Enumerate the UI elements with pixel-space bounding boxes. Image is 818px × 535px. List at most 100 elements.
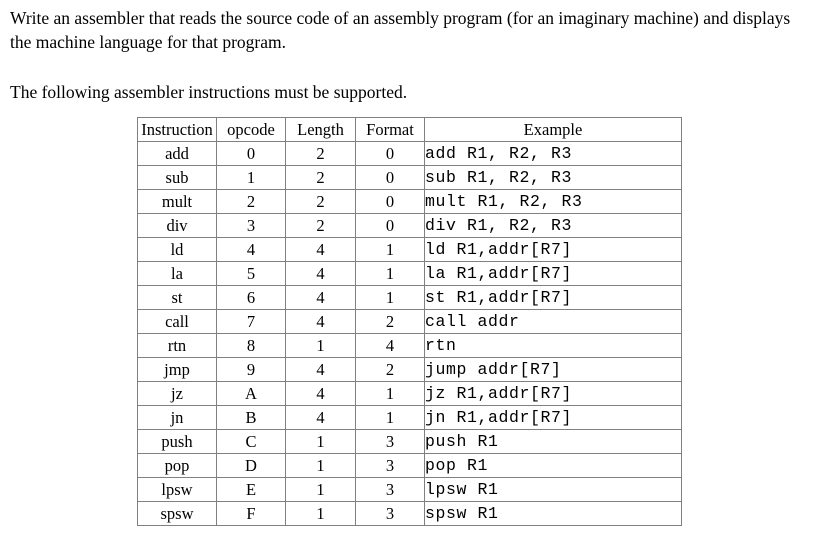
cell-length: 2: [285, 189, 356, 214]
table-row: lpsw E 1 3 lpsw R1: [137, 477, 682, 502]
cell-format: 3: [355, 453, 425, 478]
cell-opcode: E: [216, 477, 286, 502]
cell-instruction: mult: [137, 189, 217, 214]
cell-example: la R1,addr[R7]: [424, 261, 682, 286]
cell-example: jn R1,addr[R7]: [424, 405, 682, 430]
cell-opcode: 6: [216, 285, 286, 310]
cell-example: add R1, R2, R3: [424, 141, 682, 166]
cell-instruction: st: [137, 285, 217, 310]
cell-instruction: sub: [137, 165, 217, 190]
cell-format: 1: [355, 405, 425, 430]
cell-instruction: jmp: [137, 357, 217, 382]
cell-instruction: add: [137, 141, 217, 166]
cell-length: 4: [285, 285, 356, 310]
cell-format: 1: [355, 261, 425, 286]
cell-opcode: D: [216, 453, 286, 478]
cell-instruction: pop: [137, 453, 217, 478]
table-header: Instruction opcode Length Format Example: [137, 117, 682, 142]
cell-opcode: 1: [216, 165, 286, 190]
cell-instruction: jn: [137, 405, 217, 430]
cell-format: 1: [355, 237, 425, 262]
cell-length: 4: [285, 405, 356, 430]
cell-format: 2: [355, 357, 425, 382]
table-row: jn B 4 1 jn R1,addr[R7]: [137, 405, 682, 430]
table-row: sub 1 2 0 sub R1, R2, R3: [137, 165, 682, 190]
cell-example: jump addr[R7]: [424, 357, 682, 382]
column-header-length: Length: [285, 117, 356, 142]
cell-length: 4: [285, 381, 356, 406]
cell-format: 2: [355, 309, 425, 334]
cell-opcode: B: [216, 405, 286, 430]
cell-length: 4: [285, 261, 356, 286]
cell-opcode: 4: [216, 237, 286, 262]
table-row: ld 4 4 1 ld R1,addr[R7]: [137, 237, 682, 262]
cell-length: 4: [285, 237, 356, 262]
cell-length: 4: [285, 357, 356, 382]
cell-length: 2: [285, 213, 356, 238]
table-row: div 3 2 0 div R1, R2, R3: [137, 213, 682, 238]
cell-format: 0: [355, 189, 425, 214]
column-header-opcode: opcode: [216, 117, 286, 142]
cell-opcode: 3: [216, 213, 286, 238]
cell-format: 1: [355, 381, 425, 406]
instruction-set-table: Instruction opcode Length Format Example…: [137, 117, 682, 526]
table-row: mult 2 2 0 mult R1, R2, R3: [137, 189, 682, 214]
table-row: jz A 4 1 jz R1,addr[R7]: [137, 381, 682, 406]
table-row: st 6 4 1st R1,addr[R7]: [137, 285, 682, 310]
cell-length: 2: [285, 165, 356, 190]
cell-format: 3: [355, 477, 425, 502]
intro-text-block: Write an assembler that reads the source…: [10, 6, 805, 104]
cell-instruction: jz: [137, 381, 217, 406]
cell-opcode: A: [216, 381, 286, 406]
cell-opcode: 7: [216, 309, 286, 334]
cell-format: 4: [355, 333, 425, 358]
table-row: push C 1 3 push R1: [137, 429, 682, 454]
cell-length: 1: [285, 453, 356, 478]
intro-paragraph-1: Write an assembler that reads the source…: [10, 8, 791, 52]
instruction-table-container: Instruction opcode Length Format Example…: [137, 117, 682, 526]
cell-format: 3: [355, 501, 425, 526]
cell-opcode: 8: [216, 333, 286, 358]
cell-example: st R1,addr[R7]: [424, 285, 682, 310]
table-row: pop D 1 3 pop R1: [137, 453, 682, 478]
cell-example: sub R1, R2, R3: [424, 165, 682, 190]
intro-paragraph-2: The following assembler instructions mus…: [10, 82, 408, 102]
cell-instruction: ld: [137, 237, 217, 262]
cell-instruction: la: [137, 261, 217, 286]
cell-instruction: rtn: [137, 333, 217, 358]
cell-length: 1: [285, 477, 356, 502]
cell-opcode: 2: [216, 189, 286, 214]
table-row: la 5 4 1 la R1,addr[R7]: [137, 261, 682, 286]
document-page: Write an assembler that reads the source…: [0, 0, 818, 535]
column-header-instruction: Instruction: [137, 117, 217, 142]
cell-example: div R1, R2, R3: [424, 213, 682, 238]
table-row: call 7 4 2 call addr: [137, 309, 682, 334]
cell-opcode: 0: [216, 141, 286, 166]
cell-length: 1: [285, 429, 356, 454]
table-header-row: Instruction opcode Length Format Example: [137, 117, 682, 142]
cell-instruction: call: [137, 309, 217, 334]
column-header-format: Format: [355, 117, 425, 142]
column-header-example: Example: [424, 117, 682, 142]
cell-opcode: 5: [216, 261, 286, 286]
cell-example: ld R1,addr[R7]: [424, 237, 682, 262]
cell-example: mult R1, R2, R3: [424, 189, 682, 214]
cell-length: 2: [285, 141, 356, 166]
cell-format: 1: [355, 285, 425, 310]
cell-example: lpsw R1: [424, 477, 682, 502]
cell-instruction: div: [137, 213, 217, 238]
cell-example: rtn: [424, 333, 682, 358]
cell-length: 1: [285, 333, 356, 358]
cell-example: spsw R1: [424, 501, 682, 526]
table-row: jmp 9 4 2 jump addr[R7]: [137, 357, 682, 382]
cell-instruction: push: [137, 429, 217, 454]
cell-format: 0: [355, 213, 425, 238]
cell-example: call addr: [424, 309, 682, 334]
cell-instruction: lpsw: [137, 477, 217, 502]
cell-opcode: F: [216, 501, 286, 526]
cell-format: 3: [355, 429, 425, 454]
cell-example: jz R1,addr[R7]: [424, 381, 682, 406]
cell-example: pop R1: [424, 453, 682, 478]
table-row: spsw F 1 3 spsw R1: [137, 501, 682, 526]
cell-opcode: 9: [216, 357, 286, 382]
